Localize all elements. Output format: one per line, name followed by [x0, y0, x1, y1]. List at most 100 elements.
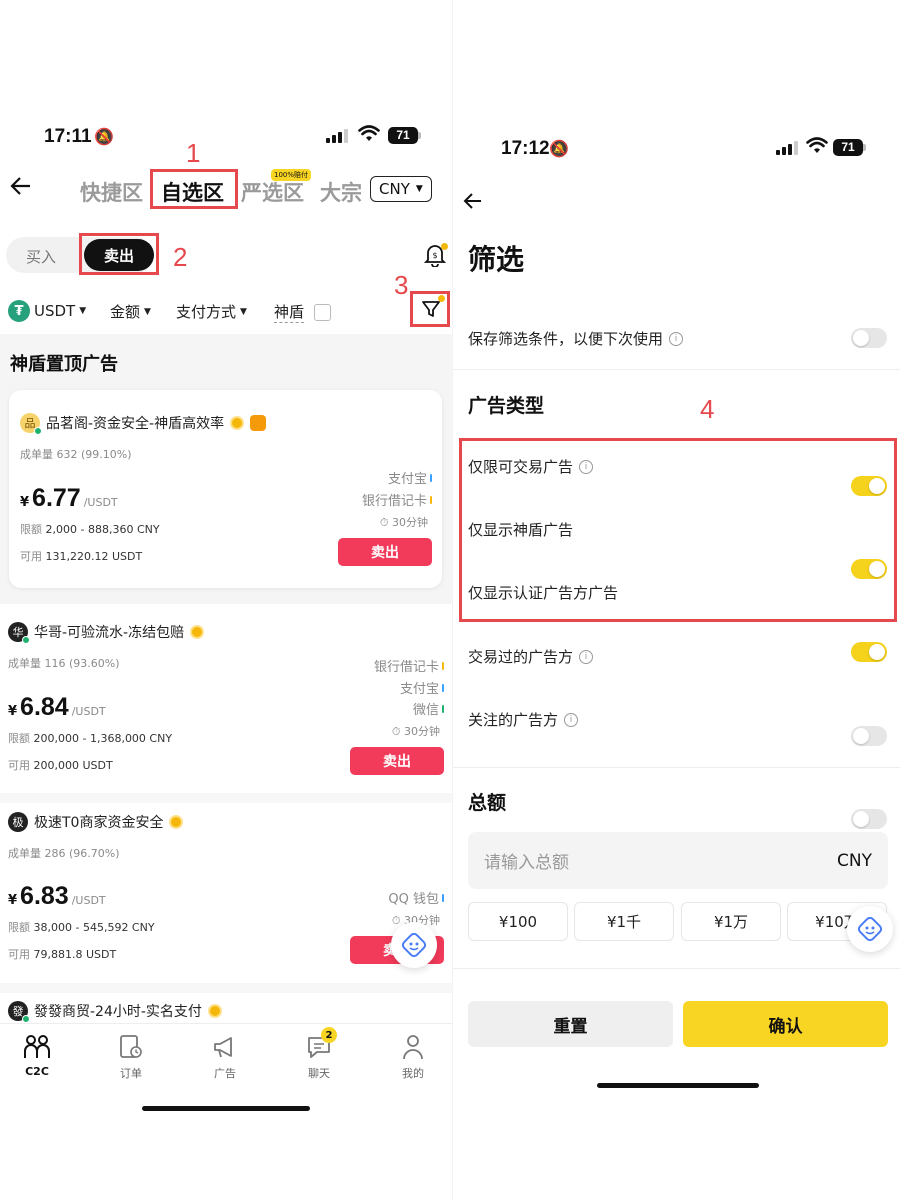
total-amount-input[interactable]: 请输入总额 CNY [468, 832, 888, 889]
confirm-button[interactable]: 确认 [683, 1001, 888, 1047]
right-screen: 17:12 🔕 71 筛选 保存筛选条件，以便下次使用 i 广告类型 4 仅限可交… [452, 0, 900, 1200]
left-screen: 17:11 🔕 71 快捷区 自选区 严选区 100%赔付 大宗 CNY ▼ 1… [0, 0, 452, 1200]
save-filter-toggle[interactable] [851, 328, 887, 348]
tab-strict[interactable]: 严选区 [241, 177, 304, 207]
traded-advertisers-toggle[interactable] [851, 726, 887, 746]
verified-coin-icon [169, 815, 184, 829]
limit-2: 限额 200,000 - 1,368,000 CNY [8, 732, 173, 745]
ai-assistant-icon[interactable] [391, 922, 437, 968]
sell-button[interactable]: 卖出 [350, 747, 444, 775]
tab-quick[interactable]: 快捷区 [80, 177, 143, 207]
avatar: 品 [20, 413, 42, 435]
home-indicator [142, 1106, 310, 1111]
reset-button[interactable]: 重置 [468, 1001, 673, 1047]
caret-down-icon: ▼ [79, 306, 87, 316]
battery-indicator: 71 [833, 139, 866, 156]
price-3: ¥6.83/USDT [8, 882, 106, 910]
tab-bulk[interactable]: 大宗 [320, 177, 362, 207]
pay-time-1: ⏱ 30分钟 [379, 516, 428, 529]
amount-chip-100[interactable]: ¥100 [468, 902, 568, 941]
shield-badge-icon [250, 415, 267, 431]
merchant-label: 發發商贸-24小时-实名支付 [34, 1004, 202, 1020]
info-icon[interactable]: i [669, 331, 684, 346]
amount-chip-1k[interactable]: ¥1千 [574, 902, 674, 941]
back-arrow-icon[interactable] [463, 192, 483, 214]
annotation-box-3 [410, 291, 450, 327]
status-time: 17:11 [44, 126, 92, 147]
caret-down-icon: ▼ [144, 306, 151, 317]
info-icon[interactable]: i [564, 712, 579, 727]
available-2: 可用 200,000 USDT [8, 759, 113, 772]
amount-chip-10k[interactable]: ¥1万 [681, 902, 781, 941]
battery-level: 71 [388, 127, 418, 144]
merchant-name-1[interactable]: 品 品茗阁-资金安全-神盾高效率 [20, 413, 267, 435]
profile-icon [383, 1033, 443, 1061]
total-placeholder: 请输入总额 [484, 853, 569, 873]
coin-filter[interactable]: ₮ USDT ▼ [8, 300, 86, 322]
merchant-label: 品茗阁-资金安全-神盾高效率 [46, 416, 225, 432]
section-title: 神盾置顶广告 [10, 354, 118, 375]
pay-method: 支付宝 [388, 468, 432, 487]
nav-c2c[interactable]: C2C [7, 1033, 67, 1078]
shield-filter[interactable]: 神盾 [274, 301, 332, 323]
usdt-icon: ₮ [8, 300, 30, 322]
annotation-number-2: 2 [173, 242, 188, 272]
nav-profile[interactable]: 我的 [383, 1033, 443, 1081]
chat-icon: 2 [289, 1027, 349, 1061]
verified-coin-icon [207, 1004, 222, 1018]
annotation-box-2 [79, 233, 159, 275]
currency-label: CNY [379, 180, 410, 198]
limit-3: 限额 38,000 - 545,592 CNY [8, 921, 155, 934]
shield-only-toggle[interactable] [851, 559, 887, 579]
merchant-name-4[interactable]: 發 發發商贸-24小时-实名支付 [8, 1001, 222, 1023]
battery-indicator: 71 [388, 127, 421, 144]
nav-ads[interactable]: 广告 [195, 1033, 255, 1081]
separator [0, 983, 452, 993]
currency-select[interactable]: CNY ▼ [370, 176, 432, 202]
nav-chat[interactable]: 2 聊天 [289, 1027, 349, 1081]
nav-orders[interactable]: 订单 [101, 1033, 161, 1081]
merchant-name-2[interactable]: 华 华哥-可验流水-冻结包赔 [8, 622, 205, 644]
annotation-number-3: 3 [394, 270, 409, 300]
buy-tab[interactable]: 买入 [26, 246, 56, 267]
pay-method: 微信 [413, 699, 444, 718]
shield-checkbox[interactable] [314, 303, 332, 321]
limit-1: 限额 2,000 - 888,360 CNY [20, 523, 160, 536]
ai-assistant-icon[interactable] [847, 906, 893, 952]
battery-level: 71 [833, 139, 863, 156]
merchant-name-3[interactable]: 极 极速T0商家资金安全 [8, 812, 184, 832]
compensation-badge: 100%赔付 [271, 169, 312, 181]
coin-filter-label: USDT [34, 302, 76, 320]
back-arrow-icon[interactable] [10, 176, 32, 202]
tradable-only-toggle[interactable] [851, 476, 887, 496]
wifi-icon [358, 124, 380, 147]
sell-button[interactable]: 卖出 [338, 538, 432, 566]
avatar: 极 [8, 812, 28, 832]
info-icon[interactable]: i [579, 649, 594, 664]
amount-filter[interactable]: 金额 ▼ [110, 301, 151, 322]
toggle-row-traded: 交易过的广告方 i [468, 646, 594, 667]
total-title: 总额 [468, 792, 507, 814]
toggle-row-tradable: 仅限可交易广告 i [468, 456, 594, 477]
pay-time-2: ⏱ 30分钟 [391, 725, 440, 738]
volume-1: 成单量 632 (99.10%) [20, 448, 132, 461]
chat-badge: 2 [321, 1027, 337, 1043]
pay-method: QQ 钱包 [388, 888, 444, 907]
page-title: 筛选 [468, 243, 525, 276]
caret-down-icon: ▼ [240, 306, 247, 317]
amount-filter-label: 金额 [110, 303, 141, 321]
payment-filter[interactable]: 支付方式 ▼ [176, 301, 247, 322]
price-alert-icon[interactable]: $ [423, 243, 448, 271]
avatar: 發 [8, 1001, 30, 1023]
pay-method: 支付宝 [400, 678, 444, 697]
home-indicator [597, 1083, 759, 1088]
pay-method: 银行借记卡 [362, 490, 432, 509]
info-icon[interactable]: i [579, 459, 594, 474]
verified-only-toggle[interactable] [851, 642, 887, 662]
merchant-label: 华哥-可验流水-冻结包赔 [34, 625, 185, 641]
bell-muted-icon: 🔕 [94, 127, 114, 146]
followed-advertisers-toggle[interactable] [851, 809, 887, 829]
avatar: 华 [8, 622, 30, 644]
divider [453, 968, 900, 969]
shield-filter-label: 神盾 [274, 303, 305, 323]
